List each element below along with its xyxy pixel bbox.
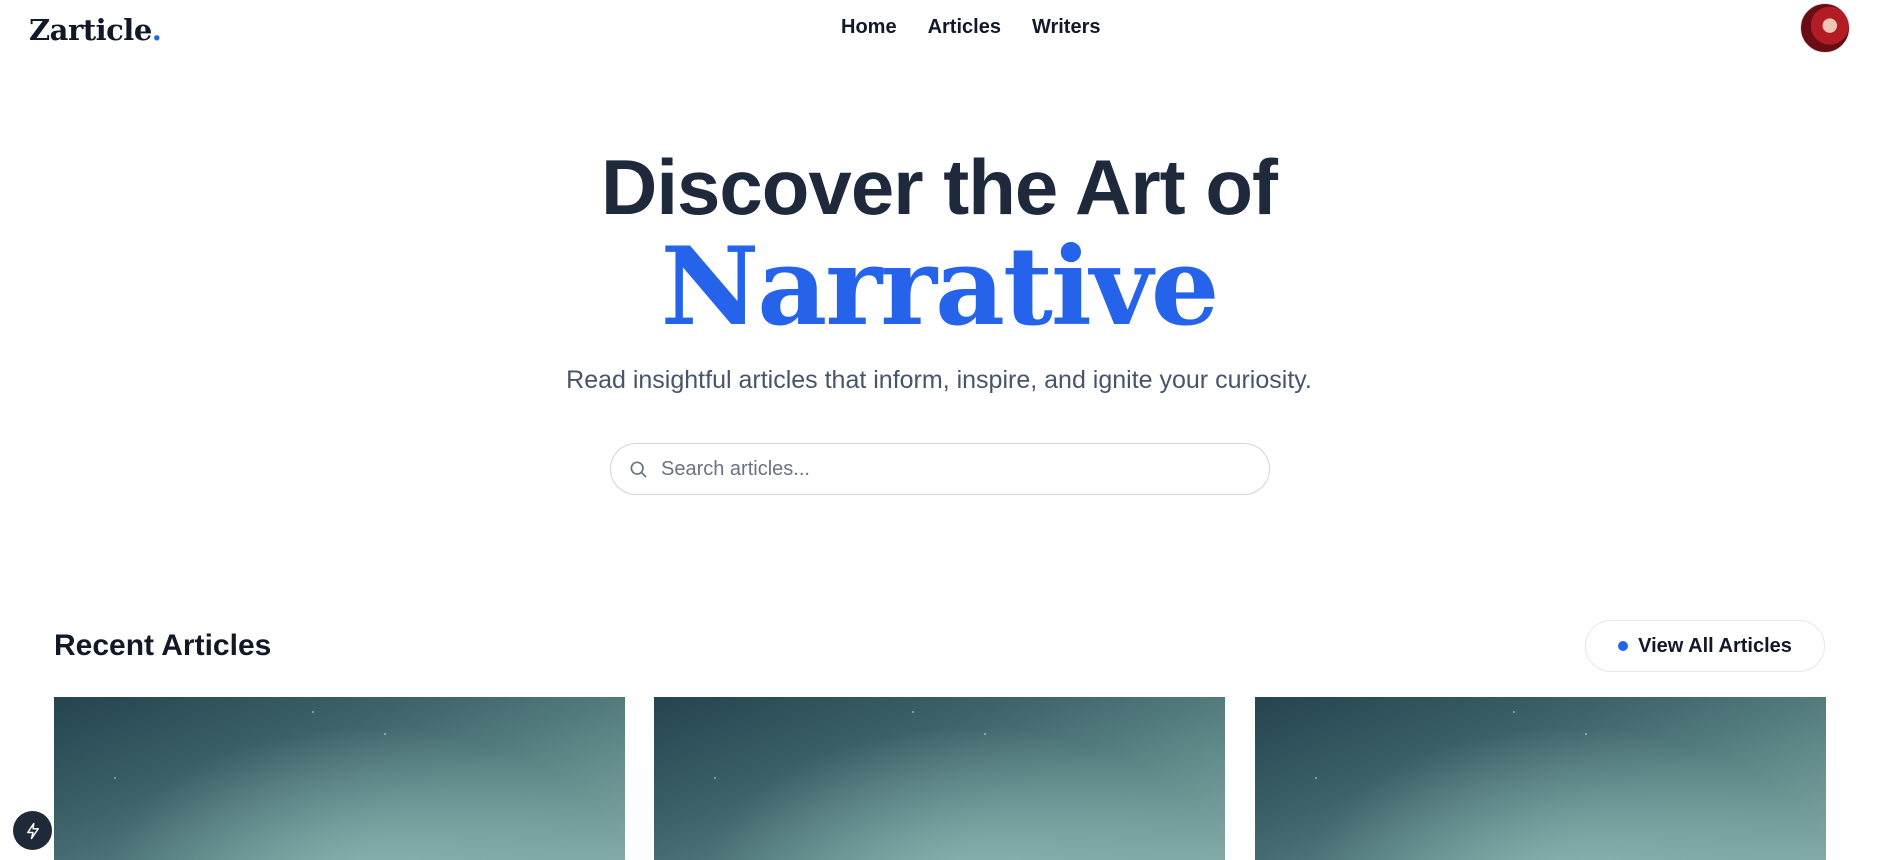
top-header: Zarticle. Home Articles Writers	[0, 0, 1878, 58]
search-input[interactable]	[661, 457, 1241, 481]
nav-writers[interactable]: Writers	[1032, 16, 1101, 39]
recent-articles-title: Recent Articles	[54, 629, 272, 662]
hero-accent-word: Narrative	[660, 224, 1220, 350]
nav-home[interactable]: Home	[841, 16, 897, 39]
hero-title: Discover the Art of	[601, 143, 1278, 231]
view-all-articles-button[interactable]: View All Articles	[1585, 620, 1825, 672]
site-logo[interactable]: Zarticle.	[29, 13, 162, 47]
logo-dot: .	[151, 13, 162, 47]
article-card-image[interactable]	[654, 697, 1225, 860]
user-avatar[interactable]	[1800, 3, 1850, 53]
article-card-image[interactable]	[1255, 697, 1826, 860]
nav-articles[interactable]: Articles	[928, 16, 1001, 39]
view-all-label: View All Articles	[1638, 634, 1792, 657]
lightning-bolt-icon[interactable]	[13, 811, 52, 850]
hero-subtitle: Read insightful articles that inform, in…	[566, 366, 1312, 394]
bullet-dot-icon	[1618, 641, 1629, 651]
search-icon	[627, 458, 649, 480]
logo-text: Zarticle	[29, 13, 152, 47]
main-nav: Home Articles Writers	[841, 16, 1101, 39]
page: Zarticle. Home Articles Writers Discover…	[0, 0, 1878, 860]
search-bar	[610, 443, 1270, 495]
article-card-image[interactable]	[54, 697, 625, 860]
